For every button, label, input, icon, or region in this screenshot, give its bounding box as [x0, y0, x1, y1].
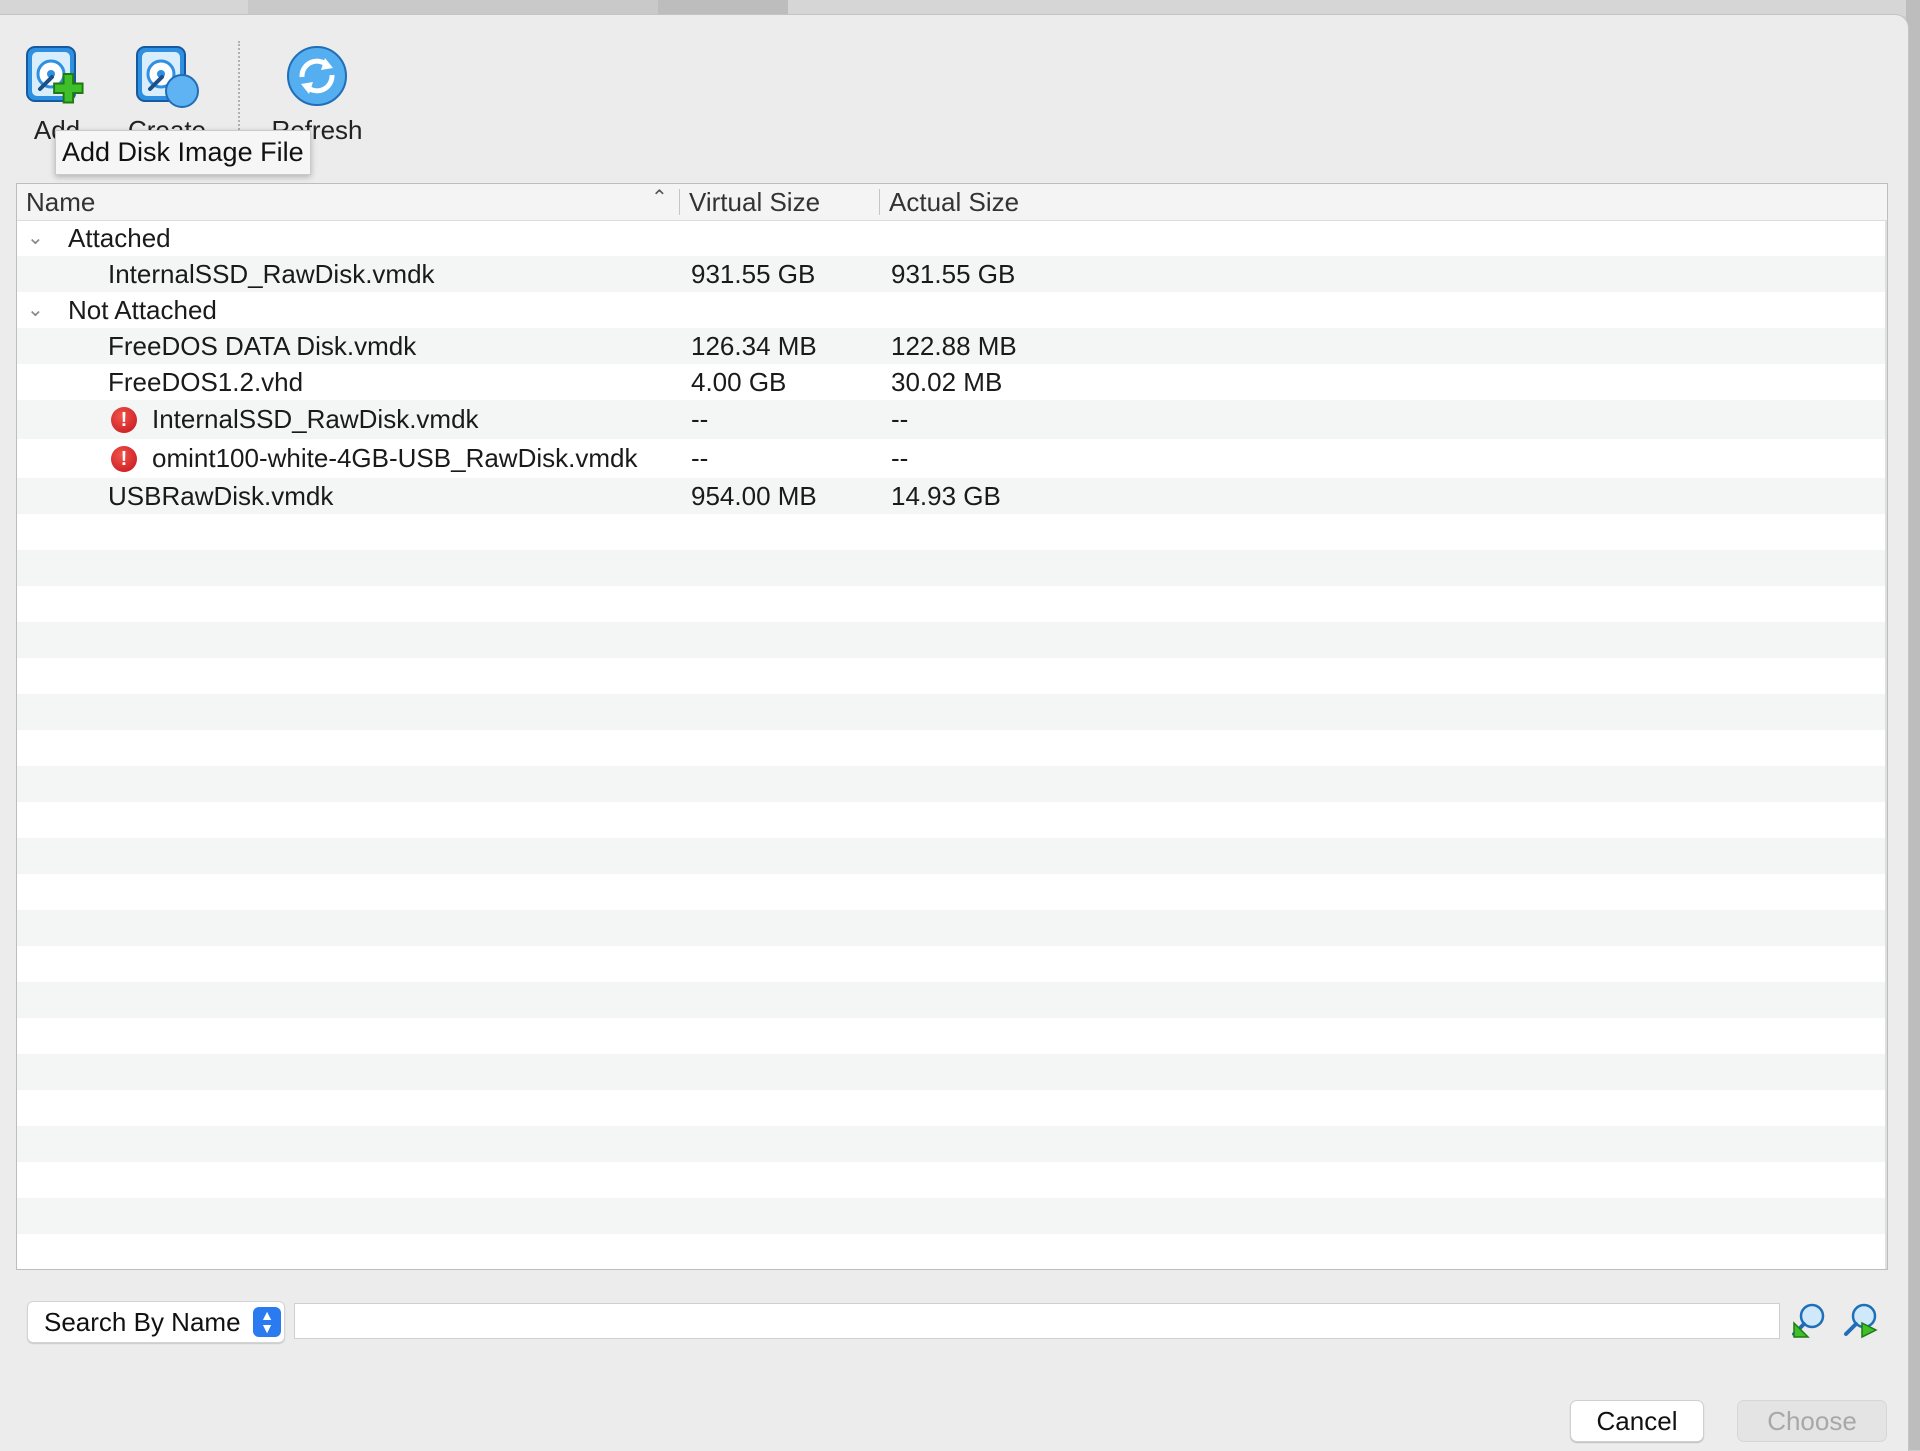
empty-row [17, 514, 1887, 550]
virtual-size: 954.00 MB [691, 481, 817, 511]
empty-row [17, 1126, 1887, 1162]
virtual-size: 931.55 GB [691, 259, 816, 289]
empty-row [17, 1162, 1887, 1198]
empty-row [17, 730, 1887, 766]
sort-ascending-icon: ⌃ [651, 187, 668, 209]
table-row[interactable]: ! InternalSSD_RawDisk.vmdk -- -- [17, 400, 1887, 439]
disk-name: FreeDOS1.2.vhd [108, 367, 304, 397]
search-mode-label: Search By Name [44, 1307, 241, 1337]
group-row-not-attached[interactable]: ⌄ Not Attached [17, 292, 1887, 328]
chevron-down-icon[interactable]: ⌄ [27, 292, 44, 328]
virtual-size: -- [691, 404, 709, 434]
choose-button[interactable]: Choose [1737, 1400, 1887, 1442]
empty-row [17, 982, 1887, 1018]
search-input[interactable] [294, 1303, 1780, 1339]
table-row[interactable]: FreeDOS1.2.vhd 4.00 GB 30.02 MB [17, 364, 1887, 400]
toolbar-separator [238, 41, 240, 141]
table-row[interactable]: FreeDOS DATA Disk.vmdk 126.34 MB 122.88 … [17, 328, 1887, 364]
disk-name: InternalSSD_RawDisk.vmdk [152, 404, 479, 434]
hard-disk-selector-dialog: Add Create Refresh Add [0, 14, 1909, 1451]
search-backward-icon[interactable] [1790, 1301, 1828, 1341]
table-row[interactable]: InternalSSD_RawDisk.vmdk 931.55 GB 931.5… [17, 256, 1887, 292]
table-row[interactable]: ! omint100-white-4GB-USB_RawDisk.vmdk --… [17, 439, 1887, 478]
group-row-attached[interactable]: ⌄ Attached [17, 220, 1887, 256]
empty-row [17, 766, 1887, 802]
virtual-size: -- [691, 443, 709, 473]
empty-row [17, 910, 1887, 946]
actual-size: 122.88 MB [891, 331, 1017, 361]
virtual-size: 126.34 MB [691, 331, 817, 361]
actual-size: 931.55 GB [891, 259, 1016, 289]
empty-row [17, 1198, 1887, 1234]
empty-row [17, 1234, 1887, 1269]
column-header-actual-size[interactable]: Actual Size [889, 184, 1019, 220]
empty-row [17, 802, 1887, 838]
empty-row [17, 586, 1887, 622]
actual-size: 30.02 MB [891, 367, 1003, 397]
group-label: Attached [68, 223, 171, 253]
disk-name: USBRawDisk.vmdk [108, 481, 334, 511]
search-bar: Search By Name ▲ ▼ [0, 1301, 1908, 1345]
table-body: ⌄ Attached InternalSSD_RawDisk.vmdk 931.… [17, 220, 1887, 1269]
refresh-icon [287, 46, 347, 106]
empty-row [17, 946, 1887, 982]
chevron-down-icon[interactable]: ⌄ [27, 220, 44, 256]
actual-size: 14.93 GB [891, 481, 1001, 511]
select-stepper-icon: ▲ ▼ [253, 1307, 281, 1337]
column-header-name[interactable]: Name [26, 184, 95, 220]
error-icon: ! [111, 406, 137, 433]
cancel-button[interactable]: Cancel [1570, 1400, 1704, 1442]
empty-row [17, 874, 1887, 910]
virtual-size: 4.00 GB [691, 367, 787, 397]
empty-row [17, 622, 1887, 658]
tooltip: Add Disk Image File [55, 130, 311, 175]
empty-row [17, 550, 1887, 586]
empty-row [17, 1090, 1887, 1126]
error-icon: ! [111, 445, 137, 472]
actual-size: -- [891, 404, 909, 434]
column-divider [879, 189, 880, 215]
group-label: Not Attached [68, 295, 217, 325]
column-header-virtual-size[interactable]: Virtual Size [689, 184, 820, 220]
disk-name: omint100-white-4GB-USB_RawDisk.vmdk [152, 443, 638, 473]
search-forward-icon[interactable] [1842, 1301, 1880, 1341]
create-disk-icon [136, 46, 199, 108]
empty-row [17, 1054, 1887, 1090]
empty-row [17, 1018, 1887, 1054]
media-tree-table[interactable]: Name ⌃ Virtual Size Actual Size ⌄ Attach… [16, 183, 1888, 1270]
empty-row [17, 838, 1887, 874]
add-disk-icon [26, 46, 84, 104]
disk-name: FreeDOS DATA Disk.vmdk [108, 331, 417, 361]
vertical-scrollbar[interactable] [1885, 220, 1887, 1269]
search-mode-select[interactable]: Search By Name ▲ ▼ [27, 1301, 285, 1343]
empty-row [17, 694, 1887, 730]
empty-row [17, 658, 1887, 694]
toolbar: Add Create Refresh Add [0, 15, 1908, 175]
table-row[interactable]: USBRawDisk.vmdk 954.00 MB 14.93 GB [17, 478, 1887, 514]
actual-size: -- [891, 443, 909, 473]
disk-name: InternalSSD_RawDisk.vmdk [108, 259, 435, 289]
table-header: Name ⌃ Virtual Size Actual Size [17, 184, 1887, 221]
column-divider [679, 189, 680, 215]
